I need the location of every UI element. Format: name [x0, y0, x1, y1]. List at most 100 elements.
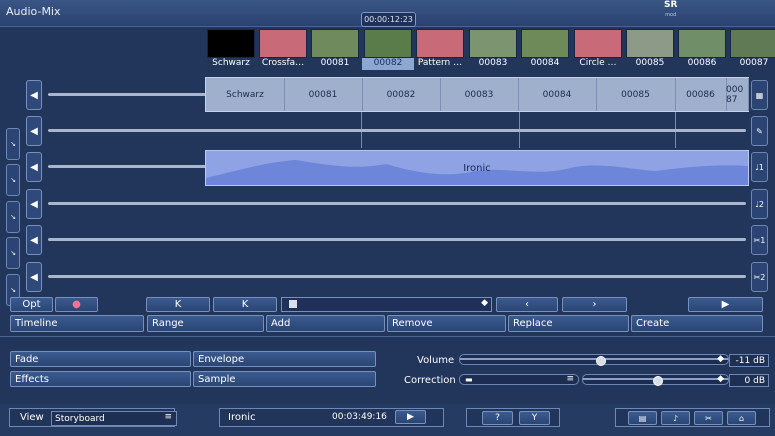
opt-button[interactable]: Opt — [10, 297, 53, 312]
play-icon: ▶ — [721, 299, 730, 310]
play-clip-button[interactable]: ▶ — [395, 410, 426, 424]
speaker-icon: ◀ — [30, 271, 38, 283]
thumbnail-5[interactable]: Pattern … — [414, 27, 464, 70]
track-speaker-button-1[interactable]: ◀ — [26, 80, 42, 110]
thumbnail-9[interactable]: 00085 — [624, 27, 674, 70]
track-speaker-button-3[interactable]: ◀ — [26, 152, 42, 182]
help-icon: ? — [495, 413, 500, 423]
view-label: View — [20, 412, 44, 423]
thumbnail-6[interactable]: 00083 — [467, 27, 517, 70]
next-button[interactable]: › — [562, 297, 627, 312]
audio-clip-ironic[interactable]: Ironic — [205, 150, 749, 186]
thumbnail-image — [416, 29, 464, 58]
navigation-group: ▤ ♪ ✂ ⌂ — [615, 408, 770, 427]
thumbnail-image — [364, 29, 412, 58]
track-right-button-1[interactable]: ▦ — [751, 80, 768, 110]
video-segment-4[interactable]: 00083 — [440, 78, 519, 111]
timeline-marker-3 — [675, 110, 676, 148]
add-button[interactable]: Add — [266, 315, 385, 332]
view-control[interactable]: View Storyboard ≡ — [9, 408, 177, 427]
thumbnail-10[interactable]: 00086 — [676, 27, 726, 70]
menu-icon: ≡ — [566, 374, 574, 384]
view-select[interactable]: Storyboard ≡ — [51, 411, 177, 426]
audio-view-button[interactable]: ♪ — [661, 411, 690, 425]
thumbnail-3[interactable]: 00081 — [309, 27, 359, 70]
range-button[interactable]: Range — [147, 315, 264, 332]
thumbnail-image — [574, 29, 622, 58]
play-clip-icon: ▶ — [407, 412, 414, 422]
track-speaker-button-6[interactable]: ◀ — [26, 262, 42, 292]
video-segment-2[interactable]: 00081 — [284, 78, 363, 111]
correction-label: Correction — [404, 375, 456, 386]
correction-slider[interactable]: ◆ — [582, 374, 729, 386]
effects-button[interactable]: Effects — [10, 371, 191, 387]
speaker-icon: ◀ — [30, 125, 38, 137]
track-right-button-2[interactable]: ✎ — [751, 116, 768, 146]
track-speaker-button-4[interactable]: ◀ — [26, 189, 42, 219]
video-segment-1[interactable]: Schwarz — [206, 78, 285, 111]
menu-icon: ≡ — [164, 412, 172, 422]
clip-info-panel: Ironic 00:03:49:16 ▶ — [219, 408, 444, 427]
thumbnail-label: 00085 — [635, 58, 665, 68]
thumbnail-image — [730, 29, 775, 58]
volume-slider[interactable]: ◆ — [459, 354, 729, 366]
thumbnail-image — [678, 29, 726, 58]
track-right-button-3[interactable]: ♩1 — [751, 152, 768, 182]
track-speaker-button-5[interactable]: ◀ — [26, 225, 42, 255]
go-to-end-button[interactable]: K — [213, 297, 277, 312]
video-segment-8[interactable]: 000 87 — [726, 78, 749, 111]
speaker-icon: ◀ — [30, 198, 38, 210]
record-button[interactable]: ● — [55, 297, 98, 312]
track-right-button-5[interactable]: ✂1 — [751, 225, 768, 255]
effects-view-button[interactable]: ✂ — [694, 411, 723, 425]
volume-label: Volume — [417, 355, 455, 366]
thumbnail-label: 00086 — [687, 58, 717, 68]
play-button[interactable]: ▶ — [688, 297, 763, 312]
thumbnail-2[interactable]: Crossfa… — [257, 27, 307, 70]
thumbnail-8[interactable]: Circle … — [572, 27, 622, 70]
sample-button[interactable]: Sample — [193, 371, 376, 387]
scroll-handle-icon: ◆ — [481, 298, 488, 308]
video-segment-6[interactable]: 00085 — [596, 78, 676, 111]
create-button[interactable]: Create — [631, 315, 763, 332]
thumbnail-4[interactable]: 00082 — [362, 27, 414, 70]
correction-knob[interactable] — [653, 376, 663, 386]
correction-mode-select[interactable]: ▬ ≡ — [459, 374, 579, 385]
thumbnail-image — [521, 29, 569, 58]
track-toggle-5[interactable]: ↘ — [6, 237, 20, 269]
thumbnail-1[interactable]: Schwarz — [205, 27, 255, 70]
thumbnail-11[interactable]: 00087 — [728, 27, 775, 70]
timeline-scrollbar[interactable]: ◆ — [281, 297, 492, 312]
remove-button[interactable]: Remove — [387, 315, 506, 332]
go-to-start-button[interactable]: K — [146, 297, 210, 312]
track-speaker-button-2[interactable]: ◀ — [26, 116, 42, 146]
fade-button[interactable]: Fade — [10, 351, 191, 367]
view-value: Storyboard — [55, 413, 105, 424]
audio-clip-label: Ironic — [463, 162, 491, 174]
thumbnail-label: 00084 — [530, 58, 560, 68]
thumbnail-7[interactable]: 00084 — [519, 27, 569, 70]
timeline-button[interactable]: Timeline — [10, 315, 144, 332]
go-to-start-icon: K — [174, 299, 182, 310]
home-button[interactable]: ⌂ — [727, 411, 756, 425]
timeline-view-button[interactable]: ▤ — [628, 411, 657, 425]
envelope-button[interactable]: Envelope — [193, 351, 376, 367]
video-segment-5[interactable]: 00084 — [518, 78, 597, 111]
track-toggle-2[interactable]: ↘ — [6, 128, 20, 160]
track-toggle-4[interactable]: ↘ — [6, 201, 20, 233]
volume-knob[interactable] — [596, 356, 606, 366]
track-right-button-4[interactable]: ♩2 — [751, 189, 768, 219]
replace-button[interactable]: Replace — [508, 315, 629, 332]
sr-mode-indicator[interactable]: SR mod — [664, 0, 677, 20]
previous-button[interactable]: ‹ — [496, 297, 558, 312]
video-track[interactable]: Schwarz 00081 00082 00083 00084 00085 00086 000… — [205, 77, 749, 112]
video-segment-7[interactable]: 00086 — [675, 78, 727, 111]
tools-button[interactable]: Y — [519, 411, 550, 425]
track-right-button-6[interactable]: ✂2 — [751, 262, 768, 292]
scroll-thumb[interactable] — [289, 300, 297, 308]
help-button[interactable]: ? — [482, 411, 513, 425]
track-toggle-3[interactable]: ↘ — [6, 164, 20, 196]
speaker-icon: ◀ — [30, 161, 38, 173]
video-segment-3[interactable]: 00082 — [362, 78, 441, 111]
tools-icon: Y — [531, 413, 538, 423]
